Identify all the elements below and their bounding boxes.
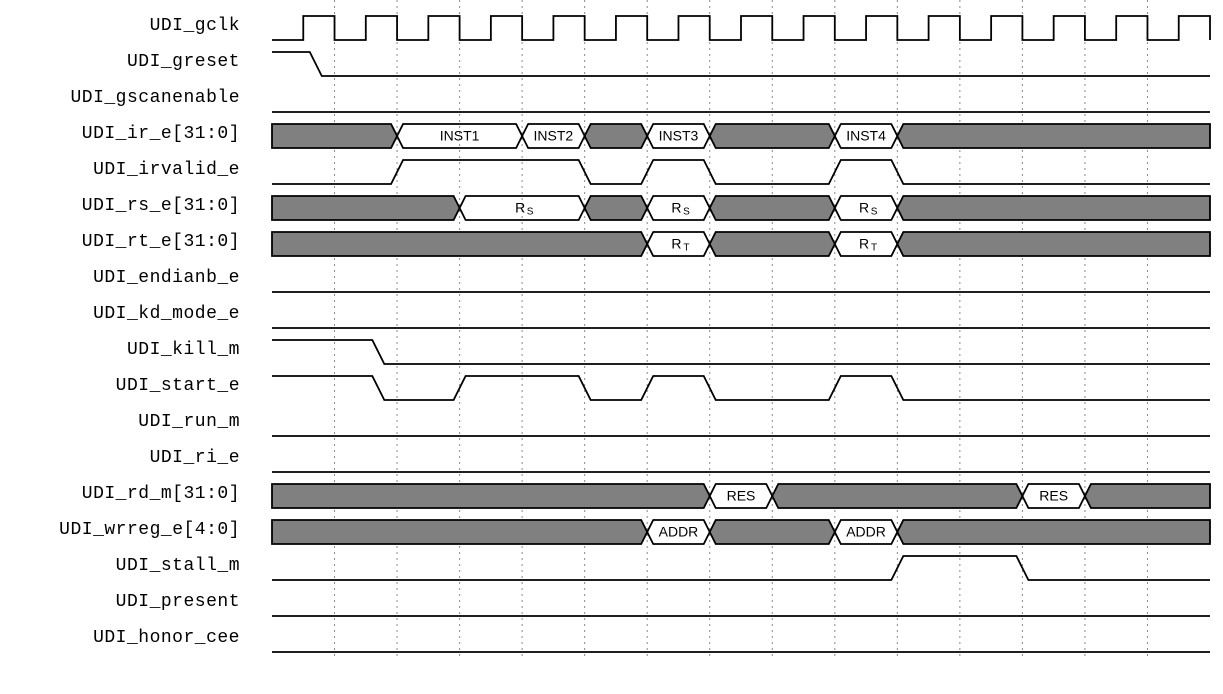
signal-label: UDI_present — [0, 592, 240, 612]
signal-wave — [272, 154, 1210, 190]
signal-label: UDI_greset — [0, 52, 240, 72]
signal-label: UDI_run_m — [0, 412, 240, 432]
signal-wave — [272, 46, 1210, 82]
signal-row: UDI_endianb_e — [0, 262, 1223, 298]
svg-text:INST4: INST4 — [846, 128, 886, 144]
signal-row: UDI_stall_m — [0, 550, 1223, 586]
svg-text:R: R — [859, 236, 869, 252]
signal-row: UDI_wrreg_e[4:0] ADDR ADDR — [0, 514, 1223, 550]
signal-wave — [272, 82, 1210, 118]
signal-row: UDI_kill_m — [0, 334, 1223, 370]
timing-diagram: UDI_gclk UDI_greset UDI_gscanenable UDI_ir_… — [0, 0, 1223, 694]
signal-label: UDI_honor_cee — [0, 628, 240, 648]
svg-text:R: R — [671, 236, 681, 252]
signal-wave: RTRT — [272, 226, 1210, 262]
signal-label: UDI_ri_e — [0, 448, 240, 468]
signal-row: UDI_run_m — [0, 406, 1223, 442]
svg-text:ADDR: ADDR — [659, 524, 699, 540]
svg-text:R: R — [859, 200, 869, 216]
svg-text:T: T — [871, 243, 877, 254]
signal-row: UDI_rt_e[31:0]RTRT — [0, 226, 1223, 262]
signal-row: UDI_kd_mode_e — [0, 298, 1223, 334]
signal-row: UDI_rs_e[31:0]RSRSRS — [0, 190, 1223, 226]
svg-text:S: S — [683, 207, 690, 218]
signal-wave — [272, 262, 1210, 298]
svg-text:INST2: INST2 — [534, 128, 574, 144]
svg-text:R: R — [671, 200, 681, 216]
signal-row: UDI_start_e — [0, 370, 1223, 406]
signal-label: UDI_kill_m — [0, 340, 240, 360]
signal-wave — [272, 586, 1210, 622]
signal-wave — [272, 442, 1210, 478]
signal-label: UDI_start_e — [0, 376, 240, 396]
signal-label: UDI_rt_e[31:0] — [0, 232, 240, 252]
signal-row: UDI_irvalid_e — [0, 154, 1223, 190]
signal-label: UDI_kd_mode_e — [0, 304, 240, 324]
svg-text:RES: RES — [1039, 488, 1068, 504]
signal-label: UDI_rd_m[31:0] — [0, 484, 240, 504]
signal-row: UDI_gclk — [0, 10, 1223, 46]
signal-label: UDI_wrreg_e[4:0] — [0, 520, 240, 540]
svg-text:R: R — [515, 200, 525, 216]
signal-wave: RES RES — [272, 478, 1210, 514]
signal-wave — [272, 334, 1210, 370]
signal-row: UDI_greset — [0, 46, 1223, 82]
signal-label: UDI_stall_m — [0, 556, 240, 576]
signal-row: UDI_gscanenable — [0, 82, 1223, 118]
signal-wave: RSRSRS — [272, 190, 1210, 226]
svg-text:T: T — [683, 243, 689, 254]
signal-wave — [272, 370, 1210, 406]
signal-label: UDI_ir_e[31:0] — [0, 124, 240, 144]
signal-label: UDI_rs_e[31:0] — [0, 196, 240, 216]
signal-wave — [272, 550, 1210, 586]
signal-row: UDI_honor_cee — [0, 622, 1223, 658]
signal-label: UDI_irvalid_e — [0, 160, 240, 180]
signal-label: UDI_gclk — [0, 16, 240, 36]
signal-row: UDI_ri_e — [0, 442, 1223, 478]
svg-text:RES: RES — [727, 488, 756, 504]
signal-wave — [272, 622, 1210, 658]
svg-text:ADDR: ADDR — [846, 524, 886, 540]
svg-text:S: S — [871, 207, 878, 218]
svg-text:INST1: INST1 — [440, 128, 480, 144]
signal-label: UDI_endianb_e — [0, 268, 240, 288]
signal-row: UDI_present — [0, 586, 1223, 622]
signal-wave — [272, 298, 1210, 334]
signal-label: UDI_gscanenable — [0, 88, 240, 108]
signal-wave: ADDR ADDR — [272, 514, 1210, 550]
signal-wave — [272, 406, 1210, 442]
signal-row: UDI_rd_m[31:0] RES RES — [0, 478, 1223, 514]
svg-text:INST3: INST3 — [659, 128, 699, 144]
signal-wave — [272, 10, 1210, 46]
signal-row: UDI_ir_e[31:0] INST1 INST2 INST3 INST4 — [0, 118, 1223, 154]
signal-wave: INST1 INST2 INST3 INST4 — [272, 118, 1210, 154]
svg-text:S: S — [527, 207, 534, 218]
